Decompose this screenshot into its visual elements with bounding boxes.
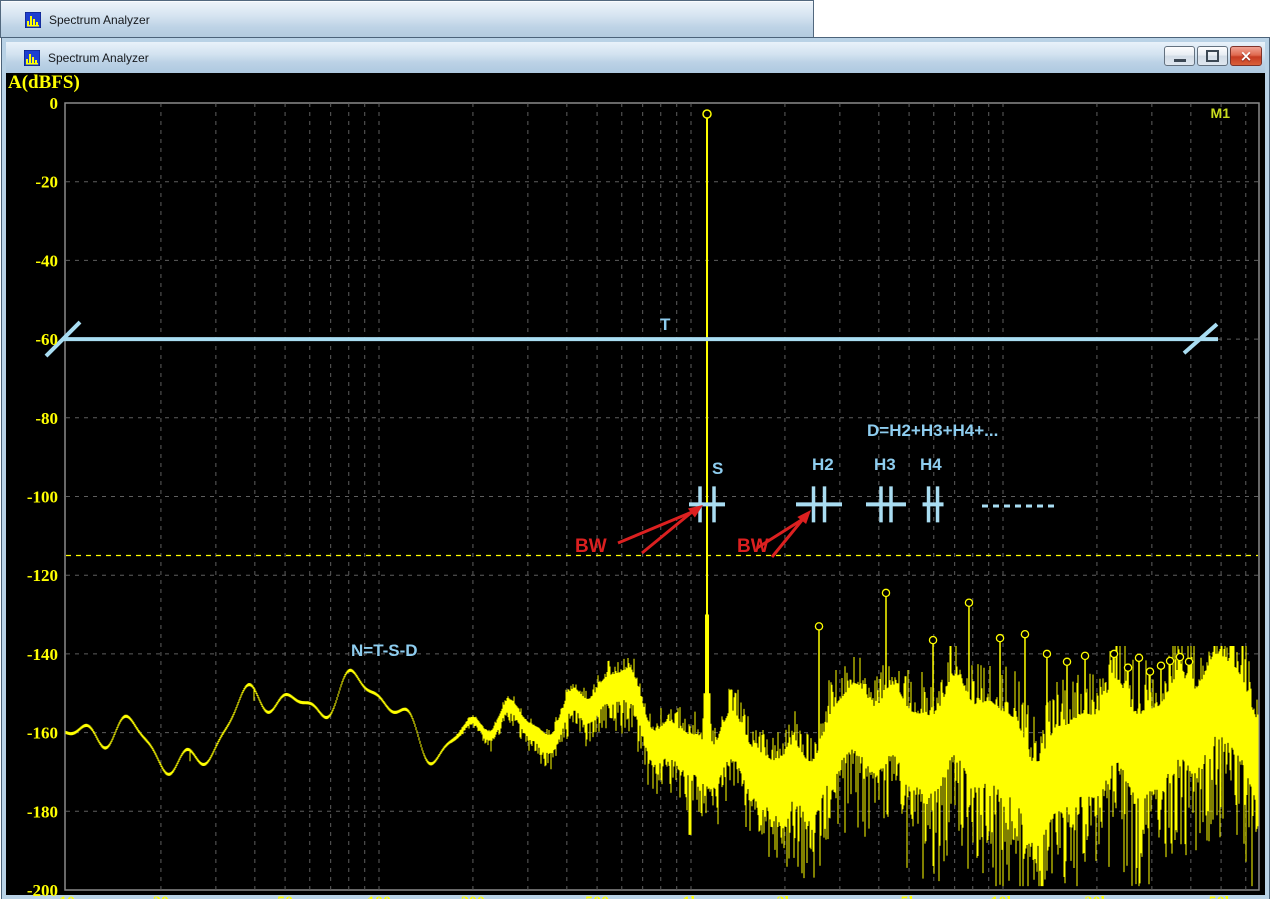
main-window-titlebar[interactable]: Spectrum Analyzer × [6, 42, 1265, 73]
spectrum-app-icon [25, 12, 41, 28]
main-window-title: Spectrum Analyzer [48, 51, 149, 65]
minimize-icon [1174, 59, 1186, 62]
background-window-title: Spectrum Analyzer [49, 13, 150, 27]
screen: Spectrum Analyzer Spectrum Analyzer [0, 0, 1271, 899]
caption-buttons: × [1164, 46, 1262, 66]
minimize-button[interactable] [1164, 46, 1195, 66]
maximize-button[interactable] [1197, 46, 1228, 66]
close-icon: × [1240, 49, 1253, 64]
background-window-titlebar[interactable]: Spectrum Analyzer [1, 1, 813, 38]
background-window[interactable]: Spectrum Analyzer [0, 0, 814, 38]
main-window: Spectrum Analyzer × [2, 38, 1269, 899]
client-area [6, 73, 1265, 895]
restore-icon [1206, 50, 1219, 62]
spectrum-app-icon [24, 50, 40, 66]
close-button[interactable]: × [1230, 46, 1262, 66]
